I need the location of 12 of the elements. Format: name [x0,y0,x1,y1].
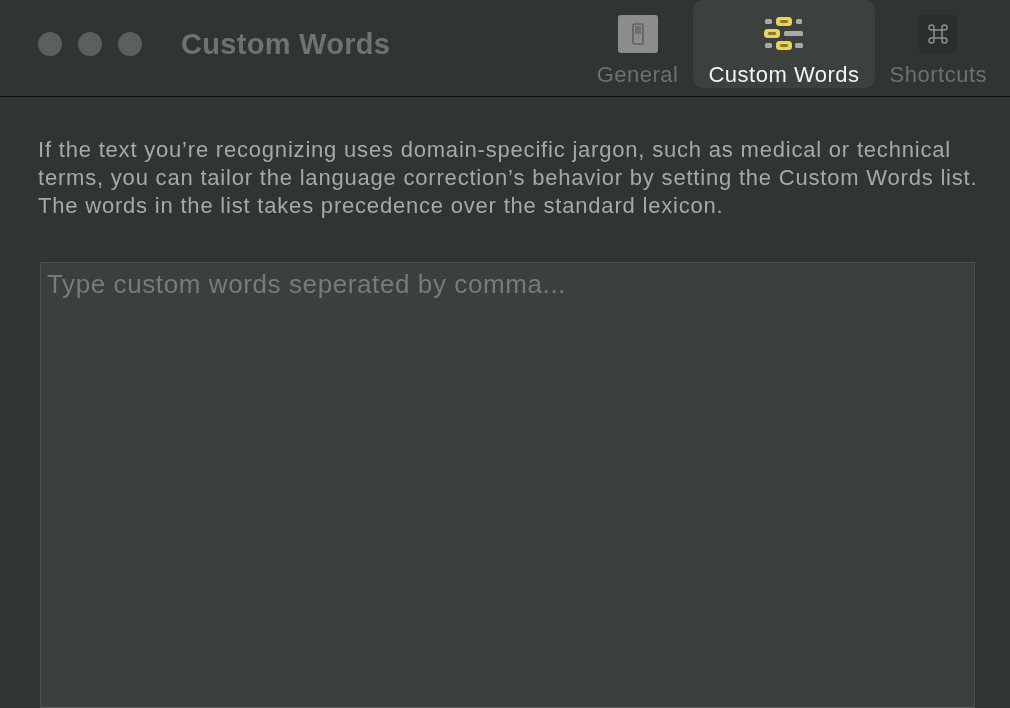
description-text: If the text you’re recognizing uses domain-specific jargon, such as medical or technical terms, you can tailor the language correction’s behavior by setting the Custom Words list. The words in the list takes precedence over the standard lexicon. [38,136,979,220]
custom-words-input[interactable]: Type custom words seperated by comma... [40,262,975,708]
minimize-button[interactable] [78,32,102,56]
zoom-button[interactable] [118,32,142,56]
toolbar-tab[interactable]: Custom Words [693,0,875,88]
toolbar-tab[interactable]: Shortcuts [874,0,1002,88]
toolbar-tab[interactable]: General [581,0,694,88]
pill-rows-icon [764,16,804,52]
command-key-icon [919,15,958,53]
close-button[interactable] [38,32,62,56]
light-switch-icon [617,15,658,53]
window-title: Custom Words [181,27,391,62]
